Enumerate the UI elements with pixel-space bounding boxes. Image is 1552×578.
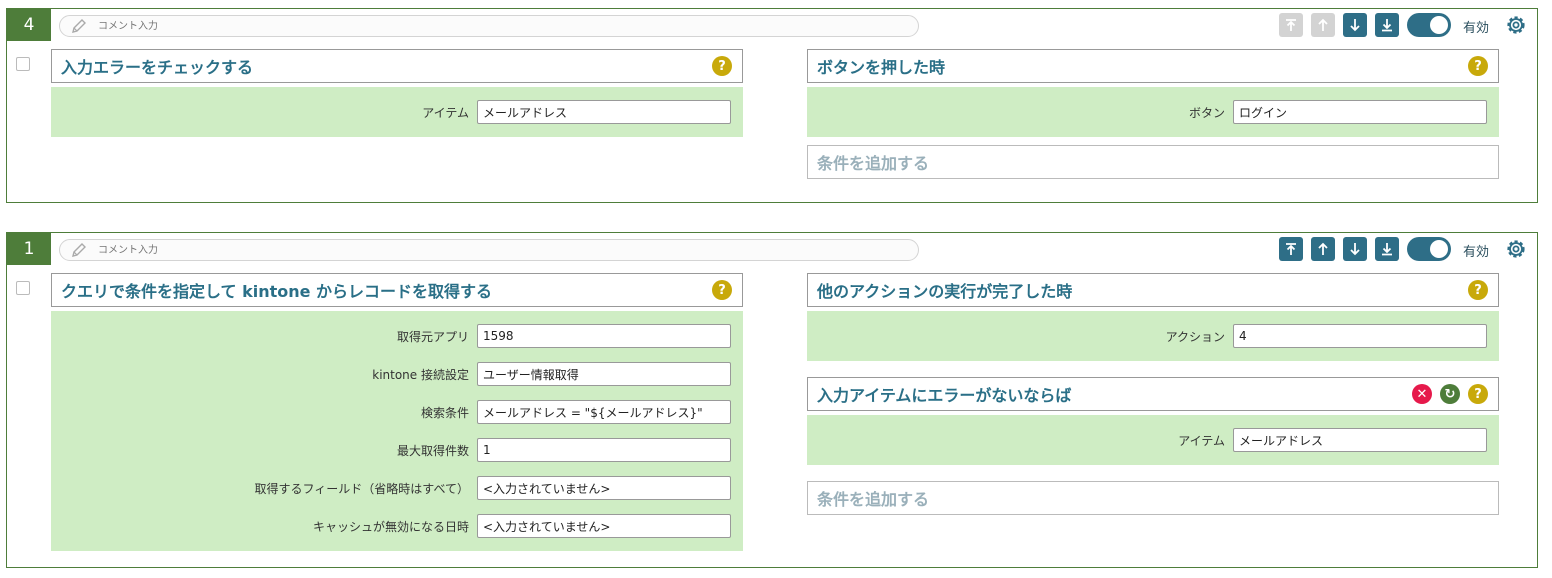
enabled-label: 有効 [1463, 21, 1490, 36]
toggle-knob [1430, 16, 1448, 34]
arrow-up-icon [1318, 18, 1328, 31]
field-row-cache-expiry: キャッシュが無効になる日時 [51, 507, 731, 545]
field-label: 検索条件 [420, 405, 469, 420]
arrow-up-icon [1318, 242, 1328, 255]
condition-fields: アイテム [807, 415, 1499, 465]
field-input[interactable] [1233, 324, 1487, 348]
enabled-label: 有効 [1463, 245, 1490, 260]
action-block-1: 1 有効 クエリで条件を指定して kintone からレコードを取得する ? 取… [6, 232, 1538, 568]
action-header[interactable]: 入力エラーをチェックする ? [51, 49, 743, 83]
action-title: クエリで条件を指定して kintone からレコードを取得する [61, 282, 493, 301]
field-input[interactable] [1233, 428, 1487, 452]
field-input[interactable] [477, 324, 731, 348]
block-number: 1 [7, 233, 51, 265]
gear-icon[interactable] [1504, 237, 1528, 261]
field-label: kintone 接続設定 [372, 367, 469, 382]
field-label: 取得元アプリ [396, 329, 469, 344]
move-down-button[interactable] [1343, 13, 1367, 37]
pencil-icon [72, 19, 86, 33]
field-label: 取得するフィールド（省略時はすべて） [254, 481, 469, 496]
condition-fields: ボタン [807, 87, 1499, 137]
add-condition-button[interactable]: 条件を追加する [807, 145, 1499, 179]
field-row: アイテム [807, 421, 1487, 459]
arrow-top-icon [1286, 19, 1296, 31]
help-icon[interactable]: ? [1468, 56, 1488, 76]
field-label: アイテム [422, 105, 469, 120]
arrow-down-icon [1350, 243, 1360, 256]
field-input[interactable] [477, 362, 731, 386]
arrow-bottom-icon [1382, 243, 1392, 256]
condition-title: 入力アイテムにエラーがないならば [817, 386, 1072, 405]
arrow-bottom-icon [1382, 19, 1392, 32]
comment-input[interactable] [96, 243, 880, 257]
condition-fields: アクション [807, 311, 1499, 361]
block-select-checkbox[interactable] [16, 281, 30, 295]
move-bottom-button[interactable] [1375, 13, 1399, 37]
block-select-checkbox[interactable] [16, 57, 30, 71]
enable-toggle[interactable] [1407, 13, 1451, 37]
condition-header[interactable]: 入力アイテムにエラーがないならば ✕ ↻ ? [807, 377, 1499, 411]
field-row: ボタン [807, 93, 1487, 131]
condition-title: ボタンを押した時 [817, 58, 946, 77]
enable-toggle[interactable] [1407, 237, 1451, 261]
comment-field[interactable] [59, 15, 919, 37]
condition-panel: 他のアクションの実行が完了した時 ? アクション [807, 273, 1499, 361]
move-up-button[interactable] [1311, 237, 1335, 261]
add-condition-button[interactable]: 条件を追加する [807, 481, 1499, 515]
pencil-icon [72, 243, 86, 257]
action-block-4: 4 有効 入力エラーをチェックする ? アイテム [6, 8, 1538, 203]
move-top-button[interactable] [1279, 237, 1303, 261]
field-label: アクション [1165, 329, 1225, 344]
condition-panel: 入力アイテムにエラーがないならば ✕ ↻ ? アイテム [807, 377, 1499, 465]
help-icon[interactable]: ? [712, 56, 732, 76]
arrow-down-icon [1350, 19, 1360, 32]
help-icon[interactable]: ? [1468, 384, 1488, 404]
field-row-connection: kintone 接続設定 [51, 355, 731, 393]
field-input[interactable] [477, 514, 731, 538]
field-input[interactable] [1233, 100, 1487, 124]
action-title: 入力エラーをチェックする [61, 58, 254, 77]
field-row-query: 検索条件 [51, 393, 731, 431]
action-fields: アイテム [51, 87, 743, 137]
action-header[interactable]: クエリで条件を指定して kintone からレコードを取得する ? [51, 273, 743, 307]
condition-header[interactable]: ボタンを押した時 ? [807, 49, 1499, 83]
toggle-knob [1430, 240, 1448, 258]
field-input[interactable] [477, 438, 731, 462]
field-input[interactable] [477, 100, 731, 124]
action-panel: クエリで条件を指定して kintone からレコードを取得する ? 取得元アプリ… [51, 273, 743, 551]
comment-field[interactable] [59, 239, 919, 261]
comment-input[interactable] [96, 19, 880, 33]
gear-icon[interactable] [1504, 13, 1528, 37]
refresh-icon[interactable]: ↻ [1440, 384, 1460, 404]
field-input[interactable] [477, 400, 731, 424]
field-label: アイテム [1178, 433, 1225, 448]
field-row: アイテム [51, 93, 731, 131]
field-label: キャッシュが無効になる日時 [312, 519, 469, 534]
condition-header[interactable]: 他のアクションの実行が完了した時 ? [807, 273, 1499, 307]
help-icon[interactable]: ? [1468, 280, 1488, 300]
action-panel: 入力エラーをチェックする ? アイテム [51, 49, 743, 137]
field-input[interactable] [477, 476, 731, 500]
field-label: 最大取得件数 [396, 443, 469, 458]
move-top-button[interactable] [1279, 13, 1303, 37]
action-fields: 取得元アプリ kintone 接続設定 検索条件 最大取得件数 取得するフィール… [51, 311, 743, 551]
arrow-top-icon [1286, 243, 1296, 255]
field-label: ボタン [1188, 105, 1225, 120]
field-row-source-app: 取得元アプリ [51, 317, 731, 355]
move-bottom-button[interactable] [1375, 237, 1399, 261]
move-down-button[interactable] [1343, 237, 1367, 261]
field-row-fields: 取得するフィールド（省略時はすべて） [51, 469, 731, 507]
field-row-max-count: 最大取得件数 [51, 431, 731, 469]
condition-panel: ボタンを押した時 ? ボタン [807, 49, 1499, 137]
remove-icon[interactable]: ✕ [1412, 384, 1432, 404]
move-up-button[interactable] [1311, 13, 1335, 37]
field-row: アクション [807, 317, 1487, 355]
condition-title: 他のアクションの実行が完了した時 [817, 282, 1073, 301]
help-icon[interactable]: ? [712, 280, 732, 300]
block-number: 4 [7, 9, 51, 41]
